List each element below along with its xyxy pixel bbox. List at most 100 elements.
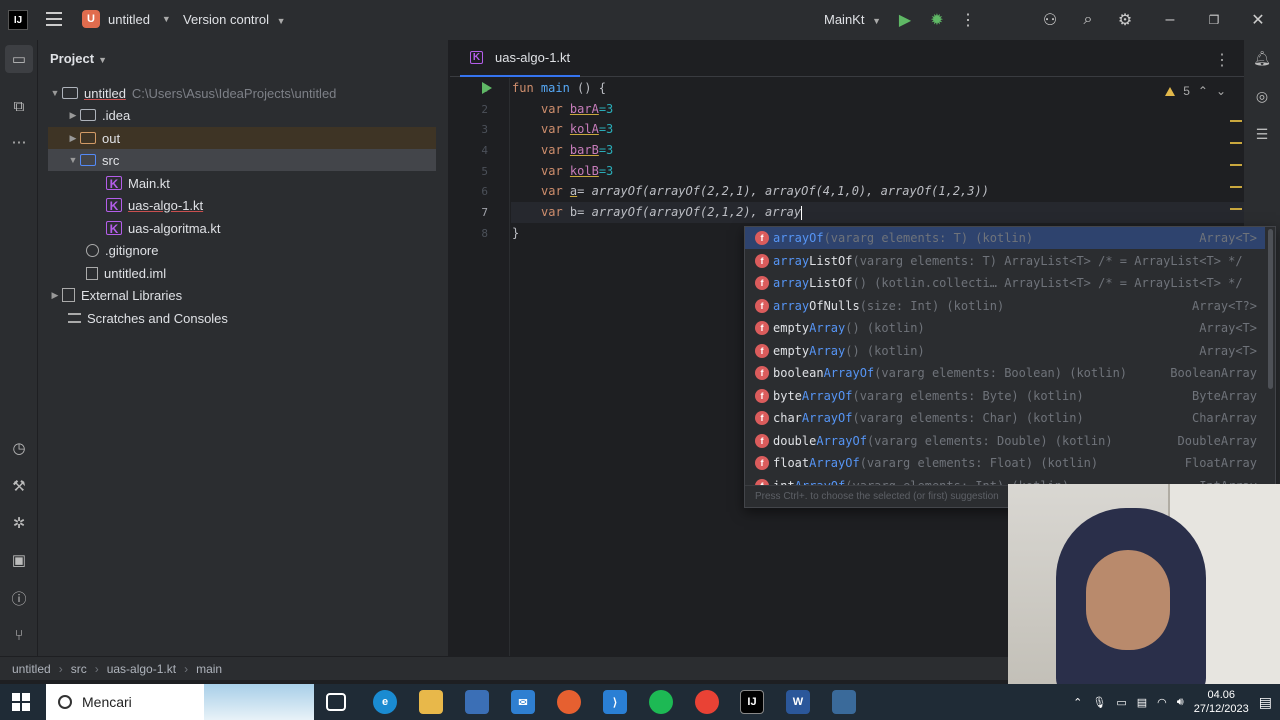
completion-item[interactable]: f booleanArrayOf (vararg elements: Boolean… <box>745 362 1265 384</box>
project-folder-icon[interactable]: ▭ <box>5 45 33 73</box>
intellij-logo-icon[interactable]: IJ <box>8 10 28 30</box>
run-gutter-icon[interactable] <box>482 82 492 94</box>
breadcrumb-file[interactable]: uas-algo-1.kt <box>107 662 176 676</box>
scratches-icon <box>68 313 81 323</box>
run-icon[interactable]: ▶ <box>895 10 915 30</box>
store-icon[interactable] <box>465 690 489 714</box>
version-control-menu[interactable]: Version control ▼ <box>183 12 286 27</box>
tree-item-iml[interactable]: untitled.iml <box>48 262 436 284</box>
tree-item-main-kt[interactable]: K Main.kt <box>48 172 436 194</box>
file-explorer-icon[interactable] <box>419 690 443 714</box>
more-tabs-icon[interactable]: ⋮ <box>1214 50 1230 70</box>
mail-icon[interactable]: ✉ <box>511 690 535 714</box>
more-actions-icon[interactable]: ⋮ <box>958 10 978 30</box>
main-menu-icon[interactable] <box>46 12 62 26</box>
completion-name: emptyArray <box>773 343 846 358</box>
breadcrumb-function[interactable]: main <box>196 662 222 676</box>
project-panel-title[interactable]: Project ▼ <box>50 51 107 66</box>
build-hammer-icon[interactable]: ⚒ <box>9 476 29 496</box>
code-line: var barB=3 <box>541 143 614 157</box>
tree-item-idea[interactable]: ▶ .idea <box>48 104 436 126</box>
chevron-down-icon[interactable]: ⌄ <box>1216 84 1226 98</box>
breadcrumb-src[interactable]: src <box>71 662 87 676</box>
structure-icon[interactable]: ⧉ <box>9 96 29 116</box>
webcam-overlay <box>1008 484 1280 684</box>
tree-item-external-libraries[interactable]: ▶ External Libraries <box>48 284 436 306</box>
more-tools-icon[interactable]: ⋯ <box>9 132 29 152</box>
battery-icon[interactable]: ▭ <box>1116 696 1126 709</box>
notifications-icon[interactable]: ▤ <box>1259 694 1272 711</box>
tree-item-uas-algoritma[interactable]: K uas-algoritma.kt <box>48 217 436 239</box>
completion-item[interactable]: f arrayOfNulls (size: Int) (kotlin) Array<T… <box>745 295 1265 317</box>
completion-type: ByteArray <box>1191 388 1257 403</box>
warning-count: 5 <box>1183 84 1190 98</box>
code-line: var kolB=3 <box>541 164 614 178</box>
search-icon[interactable]: ⌕ <box>1078 10 1098 30</box>
inspection-widget[interactable]: 5 ⌃ ⌄ <box>1165 84 1226 98</box>
debug-bug-icon[interactable]: ✲ <box>9 513 29 533</box>
breadcrumb-project[interactable]: untitled <box>12 662 51 676</box>
intellij-taskbar-icon[interactable]: IJ <box>740 690 764 714</box>
microphone-icon[interactable]: 🎙︎ <box>1092 696 1106 709</box>
tree-item-gitignore[interactable]: .gitignore <box>48 239 436 261</box>
chrome-icon[interactable] <box>695 690 719 714</box>
wifi-icon[interactable]: ◠ <box>1157 696 1167 709</box>
restore-icon[interactable]: ❐ <box>1204 10 1224 30</box>
completion-item[interactable]: f byteArrayOf (vararg elements: Byte) (kot… <box>745 385 1265 407</box>
tab-uas-algo-1[interactable]: K uas-algo-1.kt <box>460 40 581 77</box>
completion-item[interactable]: f doubleArrayOf (vararg elements: Double) … <box>745 430 1265 452</box>
chevron-up-icon[interactable]: ⌃ <box>1198 84 1208 98</box>
notifications-bell-icon[interactable]: 🔔︎ <box>1252 48 1272 68</box>
completion-signature: (vararg elements: T) ArrayList<T> /* = A… <box>852 253 1243 268</box>
tree-item-root[interactable]: ▼ untitled C:\Users\Asus\IdeaProjects\un… <box>48 82 436 104</box>
completion-item[interactable]: f arrayOf (vararg elements: T) (kotlin) Arr… <box>745 227 1265 249</box>
ai-assistant-icon[interactable]: ◎ <box>1252 86 1272 106</box>
tree-item-src[interactable]: ▼ src <box>48 149 436 171</box>
function-icon: f <box>755 388 769 403</box>
search-icon <box>58 695 72 709</box>
completion-item[interactable]: f emptyArray() (kotlin) Array<T> <box>745 317 1265 339</box>
problems-icon[interactable]: ⓘ <box>9 588 29 608</box>
code-area[interactable]: fun main () { var barA=3 var kolA=3 var … <box>512 78 989 240</box>
completion-item[interactable]: f arrayListOf() (kotlin.collecti… ArrayLi… <box>745 272 1265 294</box>
chevron-up-icon[interactable]: ⌃ <box>1073 696 1082 709</box>
excluded-folder-icon <box>80 132 96 144</box>
word-icon[interactable]: W <box>786 690 810 714</box>
clock[interactable]: 04.06 27/12/2023 <box>1194 688 1249 716</box>
app-icon[interactable] <box>832 690 856 714</box>
tree-item-uas-algo-1[interactable]: K uas-algo-1.kt <box>48 194 436 216</box>
completion-type: Array<T?> <box>1191 298 1257 313</box>
code-with-me-icon[interactable]: ⚇ <box>1040 10 1060 30</box>
debug-icon[interactable]: ✹ <box>927 10 947 30</box>
edge-browser-icon[interactable]: e <box>373 690 397 714</box>
completion-item[interactable]: f emptyArray() (kotlin) Array<T> <box>745 340 1265 362</box>
project-switcher[interactable]: U untitled ▼ <box>82 10 171 28</box>
tree-item-scratches[interactable]: Scratches and Consoles <box>48 307 436 329</box>
completion-name: doubleArrayOf <box>773 433 867 448</box>
minimize-icon[interactable]: – <box>1160 10 1180 30</box>
database-icon[interactable]: ☰ <box>1252 124 1272 144</box>
firefox-icon[interactable] <box>557 690 581 714</box>
completion-item[interactable]: f floatArrayOf (vararg elements: Float) (k… <box>745 452 1265 474</box>
windows-start-icon[interactable] <box>12 693 30 711</box>
task-view-icon[interactable] <box>326 693 346 711</box>
taskbar-search[interactable]: Mencari <box>46 684 314 720</box>
completion-item[interactable]: f arrayListOf (vararg elements: T) ArrayLi… <box>745 250 1265 272</box>
function-icon: f <box>755 321 769 335</box>
settings-gear-icon[interactable]: ⚙ <box>1115 10 1135 30</box>
code-line: var barA=3 <box>541 102 614 116</box>
run-config-selector[interactable]: MainKt ▼ <box>824 12 881 27</box>
vscode-icon[interactable]: ⟩ <box>603 690 627 714</box>
network-icon[interactable]: ▤ <box>1137 696 1147 709</box>
system-tray: ⌃ 🎙︎ ▭ ▤ ◠ 🔊︎ 04.06 27/12/2023 ▤ <box>1073 684 1272 720</box>
services-icon[interactable]: ◷ <box>9 438 29 458</box>
completion-popup: f arrayOf (vararg elements: T) (kotlin) Arr… <box>744 226 1276 508</box>
popup-scrollbar[interactable] <box>1268 229 1273 389</box>
volume-icon[interactable]: 🔊︎ <box>1177 696 1184 709</box>
close-icon[interactable]: ✕ <box>1248 10 1268 30</box>
tree-item-out[interactable]: ▶ out <box>48 127 436 149</box>
git-icon[interactable]: ⑂ <box>9 625 29 645</box>
spotify-icon[interactable] <box>649 690 673 714</box>
terminal-icon[interactable]: ▣ <box>9 550 29 570</box>
completion-item[interactable]: f charArrayOf (vararg elements: Char) (kot… <box>745 407 1265 429</box>
